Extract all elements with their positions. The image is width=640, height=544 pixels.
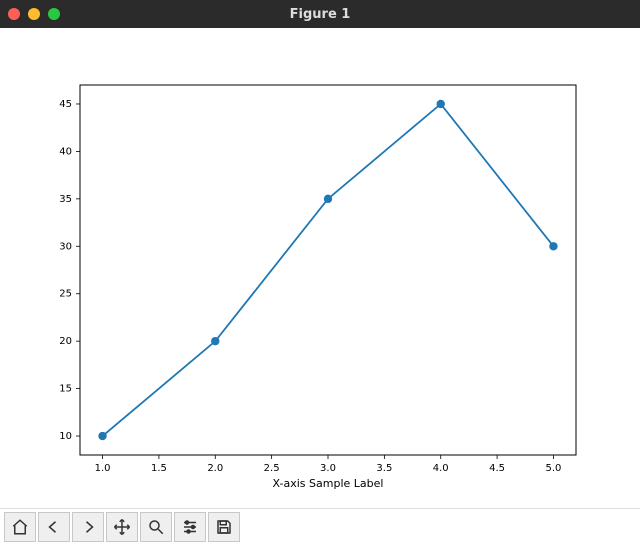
pan-button[interactable]: [106, 512, 138, 542]
y-tick-label: 15: [59, 384, 72, 395]
save-button[interactable]: [208, 512, 240, 542]
x-tick-label: 1.5: [151, 463, 167, 474]
y-tick-label: 40: [59, 146, 72, 157]
data-marker: [211, 337, 219, 345]
x-tick-label: 5.0: [546, 463, 562, 474]
x-tick-label: 4.0: [433, 463, 449, 474]
home-button[interactable]: [4, 512, 36, 542]
y-tick-label: 35: [59, 194, 72, 205]
data-marker: [437, 100, 445, 108]
y-tick-label: 10: [59, 431, 72, 442]
y-tick-label: 20: [59, 336, 72, 347]
data-marker: [549, 242, 557, 250]
configure-button[interactable]: [174, 512, 206, 542]
minimize-icon[interactable]: [28, 8, 40, 20]
x-tick-label: 2.5: [264, 463, 280, 474]
maximize-icon[interactable]: [48, 8, 60, 20]
home-icon: [11, 518, 29, 536]
x-tick-label: 4.5: [489, 463, 505, 474]
x-axis-label: X-axis Sample Label: [273, 477, 384, 490]
window-controls: [8, 8, 60, 20]
zoom-button[interactable]: [140, 512, 172, 542]
sliders-icon: [181, 518, 199, 536]
arrow-right-icon: [79, 518, 97, 536]
y-tick-label: 25: [59, 289, 72, 300]
x-tick-label: 3.5: [376, 463, 392, 474]
data-marker: [324, 195, 332, 203]
x-tick-label: 1.0: [95, 463, 111, 474]
x-tick-label: 2.0: [207, 463, 223, 474]
toolbar: [0, 508, 640, 544]
arrow-left-icon: [45, 518, 63, 536]
chart-svg: 1.0 1.5 2.0 2.5 3.0 3.5 4.0 4.5 5.0 10 15 20 25 30 35…: [0, 28, 640, 508]
close-icon[interactable]: [8, 8, 20, 20]
save-icon: [215, 518, 233, 536]
window-title: Figure 1: [0, 7, 640, 22]
titlebar: Figure 1: [0, 0, 640, 28]
forward-button[interactable]: [72, 512, 104, 542]
data-marker: [98, 432, 106, 440]
zoom-icon: [147, 518, 165, 536]
back-button[interactable]: [38, 512, 70, 542]
figure-canvas[interactable]: 1.0 1.5 2.0 2.5 3.0 3.5 4.0 4.5 5.0 10 15 20 25 30 35…: [0, 28, 640, 508]
x-tick-label: 3.0: [320, 463, 336, 474]
y-tick-label: 30: [59, 241, 72, 252]
move-icon: [113, 518, 131, 536]
y-tick-label: 45: [59, 99, 72, 110]
